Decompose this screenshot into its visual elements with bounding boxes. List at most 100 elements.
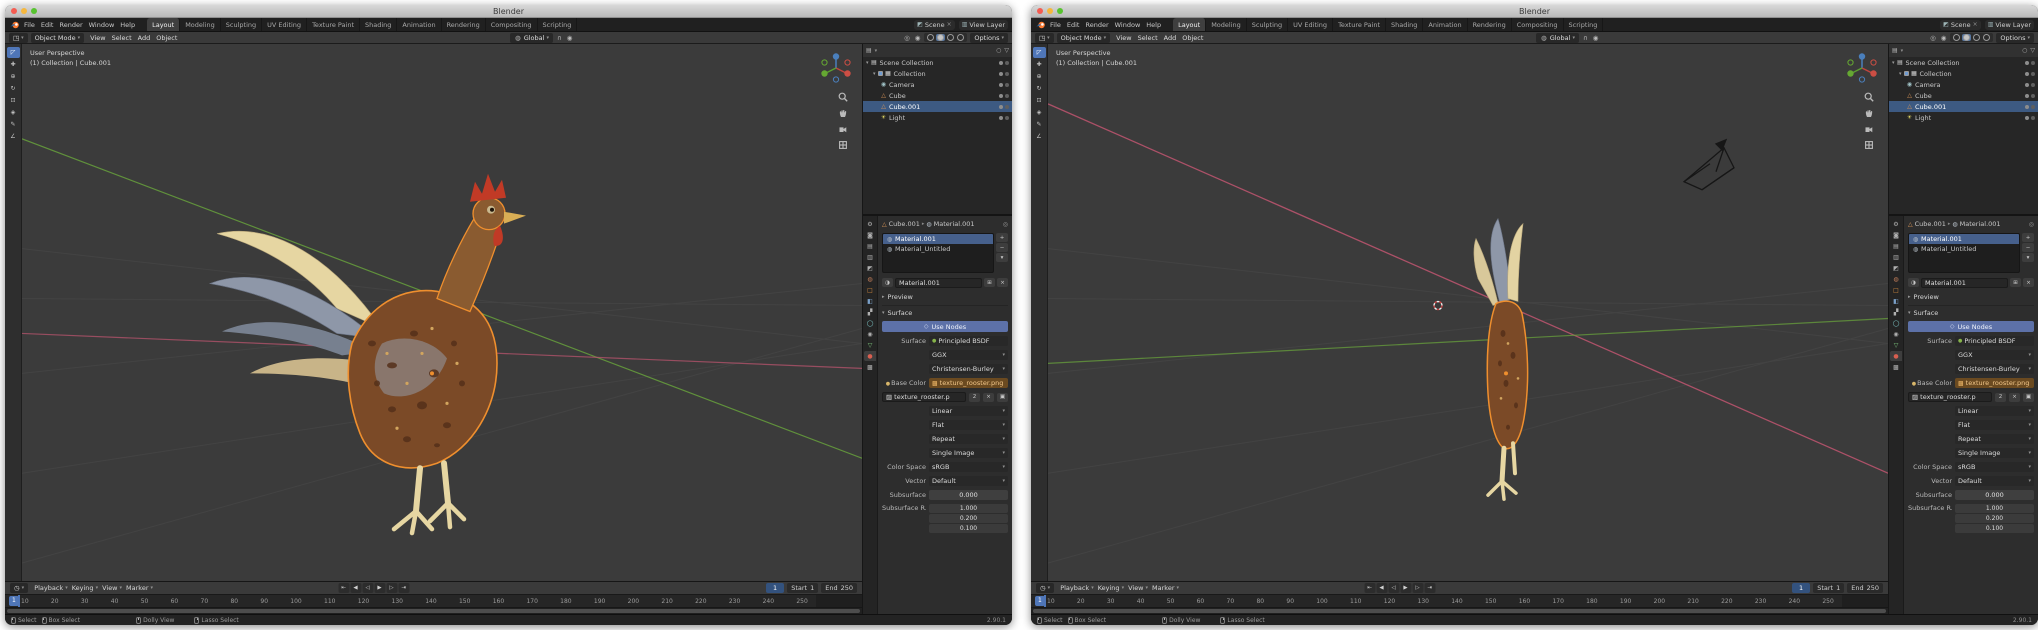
filter-icon[interactable]: ▽ (1004, 47, 1009, 54)
playhead-frame-badge[interactable]: 1 (1035, 596, 1045, 606)
zoom-button[interactable] (31, 8, 37, 14)
unlink-image-button[interactable]: × (2009, 392, 2020, 402)
disable-render-toggle[interactable] (2031, 93, 2035, 98)
tool-select-box[interactable]: ◸ (1032, 47, 1046, 58)
breadcrumb-material[interactable]: Material.001 (1960, 220, 2001, 228)
outliner-item-collection[interactable]: ▾ ▦ Collection (863, 68, 1012, 79)
playback-play-reverse[interactable]: ◁ (362, 583, 373, 593)
slot-specials-button[interactable]: ▾ (996, 253, 1008, 262)
subsurface-radius-value[interactable]: 0.100 (1955, 524, 2034, 533)
outliner-item-scene-collection[interactable]: ▾ ▤ Scene Collection (1889, 57, 2038, 68)
properties-tab-scene[interactable]: ◩ (864, 263, 876, 273)
shading-rendered-button[interactable] (956, 34, 965, 41)
subsurface-radius-value[interactable]: 0.200 (1955, 514, 2034, 523)
workspace-tab-compositing[interactable]: Compositing (1512, 18, 1564, 31)
3d-viewport[interactable]: User Perspective (1) Collection | Cube.0… (1048, 44, 1888, 581)
shading-material-button[interactable] (946, 34, 955, 41)
vector-dropdown[interactable]: Default ▾ (1955, 476, 2034, 486)
minimize-button[interactable] (1047, 8, 1053, 14)
viewport-menu-select[interactable]: Select (109, 34, 135, 42)
timeline-scrollbar[interactable] (5, 607, 862, 614)
hide-viewport-toggle[interactable] (2025, 115, 2029, 120)
properties-tab-modifiers[interactable]: ◧ (1890, 296, 1902, 306)
properties-tab-scene[interactable]: ◩ (1890, 263, 1902, 273)
workspace-tab-layout[interactable]: Layout (147, 18, 181, 31)
menu-render[interactable]: Render (56, 21, 85, 29)
properties-tab-render[interactable]: ◙ (864, 230, 876, 240)
surface-shader-dropdown[interactable]: ● Principled BSDF (929, 336, 1008, 346)
material-name-field[interactable]: Material.001 (1921, 277, 2008, 288)
preview-panel-header[interactable]: ▸ Preview (1908, 292, 2034, 301)
scrollbar-thumb[interactable] (1033, 609, 1886, 613)
outliner-item-collection[interactable]: ▾ ▦ Collection (1889, 68, 2038, 79)
workspace-tab-animation[interactable]: Animation (397, 18, 442, 31)
shading-solid-button[interactable] (936, 34, 946, 41)
disable-render-toggle[interactable] (1005, 93, 1009, 98)
projection-dropdown[interactable]: Flat ▾ (1955, 420, 2034, 430)
properties-tab-constraints[interactable]: ◉ (1890, 329, 1902, 339)
properties-tab-view-layer[interactable]: ▥ (864, 252, 876, 262)
playback-jump-to-start[interactable]: ⇤ (1364, 583, 1375, 593)
workspace-tab-shading[interactable]: Shading (360, 18, 398, 31)
breadcrumb-material[interactable]: Material.001 (934, 220, 975, 228)
proportional-editing-icon[interactable]: ◉ (566, 34, 574, 42)
image-users-button[interactable]: 2 (969, 392, 980, 402)
close-button[interactable] (11, 8, 17, 14)
workspace-tab-scripting[interactable]: Scripting (1564, 18, 1604, 31)
overlays-icon[interactable]: ◎ (903, 34, 911, 42)
tool-select-box[interactable]: ◸ (6, 47, 20, 58)
scrollbar-thumb[interactable] (7, 609, 860, 613)
hide-viewport-toggle[interactable] (999, 82, 1003, 87)
material-name-field[interactable]: Material.001 (895, 277, 982, 288)
camera-view-icon[interactable] (1864, 124, 1874, 134)
breadcrumb-object[interactable]: Cube.001 (889, 220, 920, 228)
shading-rendered-button[interactable] (1982, 34, 1991, 41)
disable-render-toggle[interactable] (1005, 71, 1009, 76)
workspace-tab-modeling[interactable]: Modeling (180, 18, 221, 31)
new-material-button[interactable]: ⊞ (984, 278, 995, 287)
minimize-button[interactable] (21, 8, 27, 14)
open-image-button[interactable]: ▣ (2023, 392, 2034, 402)
disable-render-toggle[interactable] (1005, 82, 1009, 87)
ortho-grid-icon[interactable] (1864, 140, 1874, 150)
shading-solid-button[interactable] (1962, 34, 1972, 41)
current-frame-field[interactable]: 1 (766, 583, 785, 593)
collection-checkbox[interactable] (1903, 71, 1909, 76)
3d-viewport[interactable]: User Perspective (1) Collection | Cube.0… (22, 44, 862, 581)
frame-end-field[interactable]: End 250 (821, 583, 857, 593)
disable-render-toggle[interactable] (2031, 82, 2035, 87)
transform-orientation-dropdown[interactable]: ◍ Global ▾ (510, 32, 553, 43)
workspace-tab-uv-editing[interactable]: UV Editing (1288, 18, 1334, 31)
tool-measure[interactable]: ∠ (1033, 131, 1046, 142)
rooster-model[interactable] (208, 173, 526, 536)
surface-shader-dropdown[interactable]: ● Principled BSDF (1955, 336, 2034, 346)
workspace-tab-texture-paint[interactable]: Texture Paint (307, 18, 361, 31)
workspace-tab-sculpting[interactable]: Sculpting (221, 18, 263, 31)
overlays-icon[interactable]: ◎ (1929, 34, 1937, 42)
navigation-gizmo[interactable] (1845, 51, 1879, 85)
navigation-gizmo[interactable] (819, 51, 853, 85)
new-material-button[interactable]: ⊞ (2010, 278, 2021, 287)
workspace-tab-compositing[interactable]: Compositing (486, 18, 538, 31)
viewport-menu-view[interactable]: View (87, 34, 108, 42)
playback-jump-to-end[interactable]: ⇥ (398, 583, 409, 593)
hide-viewport-toggle[interactable] (999, 93, 1003, 98)
color-space-dropdown[interactable]: sRGB ▾ (929, 462, 1008, 472)
base-color-texture-chip[interactable]: ▩ texture_rooster.png (929, 378, 1008, 388)
gizmos-icon[interactable]: ◉ (1940, 34, 1948, 42)
move-hand-icon[interactable] (838, 108, 848, 118)
properties-tab-output[interactable]: ▤ (1890, 241, 1902, 251)
hide-viewport-toggle[interactable] (999, 71, 1003, 76)
menu-help[interactable]: Help (1143, 21, 1164, 29)
workspace-tab-uv-editing[interactable]: UV Editing (262, 18, 308, 31)
snap-magnet-icon[interactable]: ∩ (556, 34, 563, 42)
frame-start-field[interactable]: Start 1 (1813, 583, 1845, 593)
properties-tab-physics[interactable]: ◯ (1890, 318, 1902, 328)
search-icon[interactable]: ○ (2022, 47, 2027, 54)
close-icon[interactable]: × (947, 21, 952, 28)
disable-render-toggle[interactable] (1005, 115, 1009, 120)
material-slot-material-untitled[interactable]: ◍ Material_Untitled (883, 244, 993, 254)
camera-object[interactable] (1682, 138, 1735, 191)
timeline-ruler[interactable]: 10 20 30 40 50 60 70 80 90 100 110 120 130 140 150 160 1… (1031, 594, 1888, 607)
playback-jump-to-end[interactable]: ⇥ (1424, 583, 1435, 593)
